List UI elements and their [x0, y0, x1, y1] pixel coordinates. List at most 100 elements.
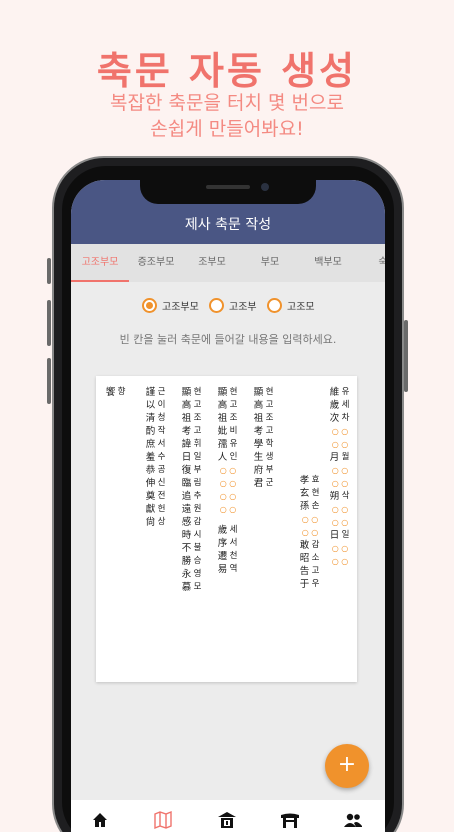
- chukmun-blank-field[interactable]: ○ ○: [299, 526, 321, 539]
- chukmun-blank-field[interactable]: ○ ○: [329, 438, 351, 451]
- hanja-char: 敢: [299, 540, 310, 551]
- add-button[interactable]: +: [325, 744, 369, 788]
- chukmun-char-pair: 孝효: [299, 474, 321, 487]
- blank-placeholder[interactable]: ○ ○: [299, 526, 321, 539]
- chukmun-char-pair: 君군: [253, 477, 275, 490]
- radio-gojomo[interactable]: 고조모: [267, 295, 315, 315]
- chukmun-blank-field[interactable]: ○ ○: [329, 542, 351, 555]
- map-icon[interactable]: [153, 810, 173, 830]
- tab-bumo[interactable]: 부모: [241, 244, 299, 282]
- blank-placeholder[interactable]: ○ ○: [217, 477, 239, 490]
- chukmun-column: 維 유 歲 세 次 차 ○ ○ ○ ○ 月 월 ○ ○ ○ ○ 朔 삭 ○ ○ ○ ○ 日 일 ○ ○ ○ ○: [329, 386, 351, 568]
- chukmun-blank-field[interactable]: ○ ○: [329, 464, 351, 477]
- hangul-reading: 현: [229, 387, 238, 397]
- radio-gojobumo[interactable]: 고조부모: [142, 295, 199, 315]
- hanja-char: 獻: [145, 504, 156, 515]
- hangul-reading: 현: [265, 387, 274, 397]
- chukmun-spacer: [299, 434, 321, 442]
- chukmun-spacer: [217, 516, 239, 524]
- gate-icon[interactable]: [280, 810, 300, 830]
- chukmun-blank-field[interactable]: ○ ○: [329, 555, 351, 568]
- chukmun-char-pair: 清청: [145, 412, 167, 425]
- hangul-reading: 비: [229, 426, 238, 436]
- tab-jobumo[interactable]: 조부모: [183, 244, 241, 282]
- chukmun-blank-field[interactable]: ○ ○: [217, 503, 239, 516]
- hangul-reading: 헌: [157, 504, 166, 514]
- page-title: 제사 축문 작성: [184, 217, 272, 233]
- chukmun-char-pair: 復부: [181, 464, 203, 477]
- chukmun-blank-field[interactable]: ○ ○: [329, 516, 351, 529]
- chukmun-char-pair: 永영: [181, 568, 203, 581]
- hanja-char: 于: [299, 579, 310, 590]
- chukmun-blank-field[interactable]: ○ ○: [329, 503, 351, 516]
- blank-placeholder[interactable]: ○ ○: [329, 477, 351, 490]
- chukmun-char-pair: 遷천: [217, 550, 239, 563]
- hangul-reading: 작: [157, 426, 166, 436]
- hangul-reading: 학: [265, 439, 274, 449]
- chukmun-column: 饗향: [105, 386, 127, 399]
- chukmun-char-pair: 諱휘: [181, 438, 203, 451]
- hangul-reading: 불: [193, 543, 202, 553]
- hanja-char: 追: [181, 491, 192, 502]
- chukmun-blank-field[interactable]: ○ ○: [217, 464, 239, 477]
- promo-title: 축문 자동 생성: [96, 49, 358, 93]
- hangul-reading: 신: [157, 478, 166, 488]
- chukmun-blank-field[interactable]: ○ ○: [329, 425, 351, 438]
- chukmun-blank-field[interactable]: ○ ○: [299, 513, 321, 526]
- blank-placeholder[interactable]: ○ ○: [329, 425, 351, 438]
- hangul-reading: 감: [311, 540, 320, 550]
- hangul-reading: 역: [229, 564, 238, 574]
- tab-jeungjobumo[interactable]: 증조부모: [127, 244, 185, 282]
- chukmun-char-pair: 不불: [181, 542, 203, 555]
- tab-gojobumo[interactable]: 고조부모: [71, 244, 129, 282]
- blank-placeholder[interactable]: ○ ○: [217, 503, 239, 516]
- hanja-char: 恭: [145, 465, 156, 476]
- hangul-reading: 생: [265, 452, 274, 462]
- hangul-reading: 고: [193, 400, 202, 410]
- generation-tabs: 고조부모 증조부모 조부모 부모 백부모 숙: [71, 244, 385, 282]
- chukmun-blank-field[interactable]: ○ ○: [217, 477, 239, 490]
- chukmun-char-pair: 時시: [181, 529, 203, 542]
- chukmun-char-pair: 祖조: [181, 412, 203, 425]
- chukmun-char-pair: 日일: [329, 529, 351, 542]
- chukmun-char-pair: 妣비: [217, 425, 239, 438]
- shrine-icon[interactable]: [217, 810, 237, 830]
- hanja-char: 次: [329, 413, 340, 424]
- blank-placeholder[interactable]: ○ ○: [217, 490, 239, 503]
- people-icon[interactable]: [343, 810, 363, 830]
- blank-placeholder[interactable]: ○ ○: [329, 438, 351, 451]
- hangul-reading: 서: [157, 439, 166, 449]
- chukmun-spacer: [299, 466, 321, 474]
- hanja-char: 月: [329, 452, 340, 463]
- hangul-reading: 원: [193, 504, 202, 514]
- hangul-reading: 향: [117, 387, 126, 397]
- chukmun-char-pair: 慕모: [181, 581, 203, 594]
- chukmun-char-pair: 日일: [181, 451, 203, 464]
- chukmun-char-pair: 生생: [253, 451, 275, 464]
- chukmun-char-pair: 歲세: [217, 524, 239, 537]
- chukmun-char-pair: 奠전: [145, 490, 167, 503]
- camera-icon: [261, 183, 269, 191]
- blank-placeholder[interactable]: ○ ○: [329, 503, 351, 516]
- blank-placeholder[interactable]: ○ ○: [329, 464, 351, 477]
- chukmun-column: 顯현高고祖조考고學학生생府부君군: [253, 386, 275, 490]
- radio-gojobu[interactable]: 고조부: [209, 295, 257, 315]
- blank-placeholder[interactable]: ○ ○: [329, 555, 351, 568]
- blank-placeholder[interactable]: ○ ○: [217, 464, 239, 477]
- blank-placeholder[interactable]: ○ ○: [329, 516, 351, 529]
- blank-placeholder[interactable]: ○ ○: [299, 513, 321, 526]
- hanja-char: 顯: [181, 387, 192, 398]
- hangul-reading: 삭: [341, 491, 350, 501]
- app-screen: 제사 축문 작성 고조부모 증조부모 조부모 부모 백부모 숙 고조부모 고조부…: [71, 180, 385, 832]
- tab-baekbumo[interactable]: 백부모: [299, 244, 357, 282]
- hangul-reading: 유: [229, 439, 238, 449]
- tab-suk[interactable]: 숙: [354, 244, 385, 282]
- hanja-char: 昭: [299, 553, 310, 564]
- hanja-char: 清: [145, 413, 156, 424]
- chukmun-blank-field[interactable]: ○ ○: [329, 477, 351, 490]
- blank-placeholder[interactable]: ○ ○: [329, 542, 351, 555]
- home-icon[interactable]: [90, 810, 110, 830]
- hanja-char: 顯: [253, 387, 264, 398]
- chukmun-blank-field[interactable]: ○ ○: [217, 490, 239, 503]
- hanja-char: 君: [253, 478, 264, 489]
